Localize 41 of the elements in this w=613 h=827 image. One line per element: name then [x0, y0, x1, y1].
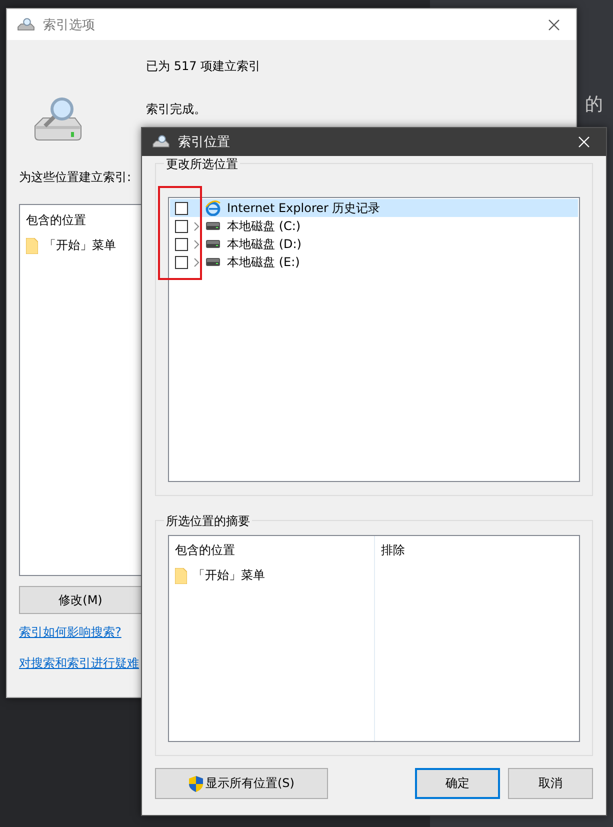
group-label: 更改所选位置 [164, 156, 240, 173]
tree-row[interactable]: 本地磁盘 (C:) [170, 217, 578, 235]
drive-icon [206, 222, 220, 230]
window-title: 索引选项 [43, 16, 96, 34]
tree-row[interactable]: Internet Explorer 历史记录 [170, 199, 578, 217]
column-header: 排除 [381, 542, 405, 559]
location-item: 「开始」菜单 [193, 567, 265, 584]
index-count-text: 已为 517 项建立索引 [146, 58, 261, 75]
close-icon [548, 18, 560, 30]
dialog-button[interactable]: 显示所有位置(S) [155, 768, 328, 799]
folder-icon [26, 238, 38, 254]
drive-search-icon [152, 135, 170, 149]
checkbox[interactable] [175, 220, 188, 232]
column-header: 包含的位置 [26, 212, 86, 229]
index-status-text: 索引完成。 [146, 101, 206, 118]
group-label: 所选位置的摘要 [164, 513, 252, 530]
tree-row[interactable]: 本地磁盘 (E:) [170, 253, 578, 271]
expander[interactable] [191, 238, 201, 250]
drive-icon [206, 258, 220, 266]
dialog-button[interactable]: 确定 [415, 768, 500, 799]
modify-button[interactable]: 修改(M) [19, 586, 142, 614]
dialog-button[interactable]: 取消 [508, 768, 593, 799]
drive-search-icon [17, 18, 35, 32]
checkbox[interactable] [175, 238, 188, 250]
checkbox[interactable] [175, 256, 188, 268]
expander[interactable] [191, 256, 201, 268]
folder-icon [175, 568, 187, 584]
help-link[interactable]: 索引如何影响搜索? [19, 624, 122, 641]
column-header: 包含的位置 [175, 542, 235, 559]
browser-icon [205, 200, 221, 216]
help-link[interactable]: 对搜索和索引进行疑难 [19, 655, 139, 672]
tree-row[interactable]: 本地磁盘 (D:) [170, 235, 578, 253]
background-text: 的 [585, 93, 603, 116]
location-item[interactable]: 「开始」菜单 [44, 237, 116, 254]
expander[interactable] [191, 220, 201, 232]
checkbox[interactable] [175, 202, 188, 214]
shield-icon [188, 776, 202, 792]
drive-icon [206, 240, 220, 248]
dialog-title: 索引位置 [178, 134, 231, 151]
locations-label: 为这些位置建立索引: [19, 169, 132, 186]
close-icon [578, 136, 590, 148]
